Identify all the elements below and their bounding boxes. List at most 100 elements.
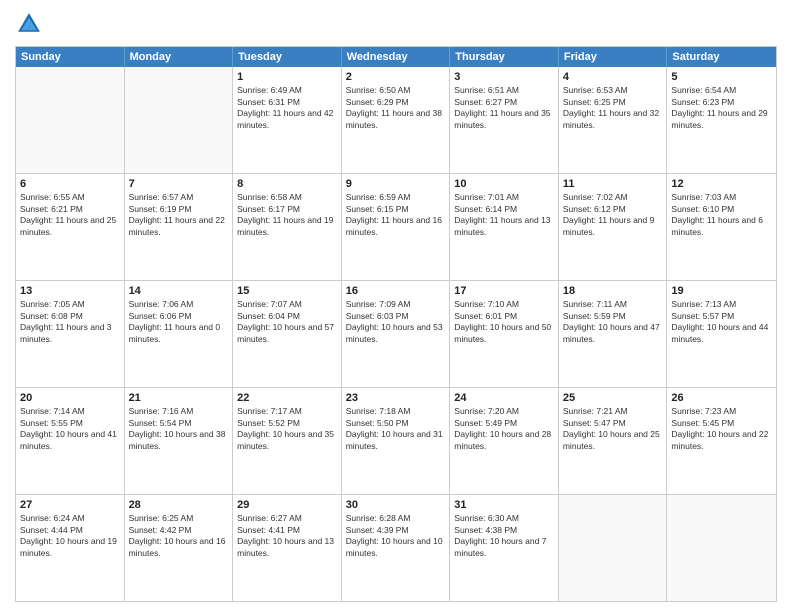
day-info: Sunrise: 6:27 AM Sunset: 4:41 PM Dayligh…	[237, 513, 337, 559]
day-number: 3	[454, 70, 554, 84]
cal-cell: 26Sunrise: 7:23 AM Sunset: 5:45 PM Dayli…	[667, 388, 776, 494]
cal-cell: 3Sunrise: 6:51 AM Sunset: 6:27 PM Daylig…	[450, 67, 559, 173]
day-info: Sunrise: 7:11 AM Sunset: 5:59 PM Dayligh…	[563, 299, 663, 345]
day-number: 1	[237, 70, 337, 84]
day-number: 20	[20, 391, 120, 405]
day-info: Sunrise: 6:30 AM Sunset: 4:38 PM Dayligh…	[454, 513, 554, 559]
day-info: Sunrise: 7:07 AM Sunset: 6:04 PM Dayligh…	[237, 299, 337, 345]
cal-cell: 30Sunrise: 6:28 AM Sunset: 4:39 PM Dayli…	[342, 495, 451, 601]
cal-cell	[559, 495, 668, 601]
cal-cell: 24Sunrise: 7:20 AM Sunset: 5:49 PM Dayli…	[450, 388, 559, 494]
calendar-header: SundayMondayTuesdayWednesdayThursdayFrid…	[16, 47, 776, 67]
cal-cell: 27Sunrise: 6:24 AM Sunset: 4:44 PM Dayli…	[16, 495, 125, 601]
cal-cell: 8Sunrise: 6:58 AM Sunset: 6:17 PM Daylig…	[233, 174, 342, 280]
day-number: 17	[454, 284, 554, 298]
cal-cell: 9Sunrise: 6:59 AM Sunset: 6:15 PM Daylig…	[342, 174, 451, 280]
day-info: Sunrise: 7:05 AM Sunset: 6:08 PM Dayligh…	[20, 299, 120, 345]
cal-cell: 23Sunrise: 7:18 AM Sunset: 5:50 PM Dayli…	[342, 388, 451, 494]
day-info: Sunrise: 7:14 AM Sunset: 5:55 PM Dayligh…	[20, 406, 120, 452]
day-info: Sunrise: 6:59 AM Sunset: 6:15 PM Dayligh…	[346, 192, 446, 238]
cal-cell: 20Sunrise: 7:14 AM Sunset: 5:55 PM Dayli…	[16, 388, 125, 494]
cal-cell: 19Sunrise: 7:13 AM Sunset: 5:57 PM Dayli…	[667, 281, 776, 387]
cal-cell: 17Sunrise: 7:10 AM Sunset: 6:01 PM Dayli…	[450, 281, 559, 387]
cal-cell: 1Sunrise: 6:49 AM Sunset: 6:31 PM Daylig…	[233, 67, 342, 173]
cal-cell: 16Sunrise: 7:09 AM Sunset: 6:03 PM Dayli…	[342, 281, 451, 387]
cal-cell: 10Sunrise: 7:01 AM Sunset: 6:14 PM Dayli…	[450, 174, 559, 280]
cal-row: 6Sunrise: 6:55 AM Sunset: 6:21 PM Daylig…	[16, 174, 776, 281]
cal-cell: 18Sunrise: 7:11 AM Sunset: 5:59 PM Dayli…	[559, 281, 668, 387]
day-number: 4	[563, 70, 663, 84]
cal-cell: 29Sunrise: 6:27 AM Sunset: 4:41 PM Dayli…	[233, 495, 342, 601]
cal-header-cell: Saturday	[667, 47, 776, 67]
day-number: 6	[20, 177, 120, 191]
day-number: 19	[671, 284, 772, 298]
day-number: 13	[20, 284, 120, 298]
cal-cell: 13Sunrise: 7:05 AM Sunset: 6:08 PM Dayli…	[16, 281, 125, 387]
logo-icon	[15, 10, 43, 38]
day-info: Sunrise: 6:28 AM Sunset: 4:39 PM Dayligh…	[346, 513, 446, 559]
day-info: Sunrise: 6:51 AM Sunset: 6:27 PM Dayligh…	[454, 85, 554, 131]
day-info: Sunrise: 7:20 AM Sunset: 5:49 PM Dayligh…	[454, 406, 554, 452]
day-info: Sunrise: 7:13 AM Sunset: 5:57 PM Dayligh…	[671, 299, 772, 345]
cal-cell: 31Sunrise: 6:30 AM Sunset: 4:38 PM Dayli…	[450, 495, 559, 601]
cal-cell: 4Sunrise: 6:53 AM Sunset: 6:25 PM Daylig…	[559, 67, 668, 173]
day-info: Sunrise: 6:49 AM Sunset: 6:31 PM Dayligh…	[237, 85, 337, 131]
calendar-body: 1Sunrise: 6:49 AM Sunset: 6:31 PM Daylig…	[16, 67, 776, 601]
day-number: 21	[129, 391, 229, 405]
cal-row: 1Sunrise: 6:49 AM Sunset: 6:31 PM Daylig…	[16, 67, 776, 174]
day-info: Sunrise: 6:50 AM Sunset: 6:29 PM Dayligh…	[346, 85, 446, 131]
day-info: Sunrise: 6:58 AM Sunset: 6:17 PM Dayligh…	[237, 192, 337, 238]
calendar: SundayMondayTuesdayWednesdayThursdayFrid…	[15, 46, 777, 602]
day-number: 26	[671, 391, 772, 405]
day-number: 22	[237, 391, 337, 405]
page: SundayMondayTuesdayWednesdayThursdayFrid…	[0, 0, 792, 612]
cal-row: 27Sunrise: 6:24 AM Sunset: 4:44 PM Dayli…	[16, 495, 776, 601]
cal-header-cell: Sunday	[16, 47, 125, 67]
cal-cell: 25Sunrise: 7:21 AM Sunset: 5:47 PM Dayli…	[559, 388, 668, 494]
day-info: Sunrise: 7:23 AM Sunset: 5:45 PM Dayligh…	[671, 406, 772, 452]
day-info: Sunrise: 6:53 AM Sunset: 6:25 PM Dayligh…	[563, 85, 663, 131]
day-number: 24	[454, 391, 554, 405]
day-info: Sunrise: 6:25 AM Sunset: 4:42 PM Dayligh…	[129, 513, 229, 559]
cal-cell: 21Sunrise: 7:16 AM Sunset: 5:54 PM Dayli…	[125, 388, 234, 494]
day-info: Sunrise: 7:16 AM Sunset: 5:54 PM Dayligh…	[129, 406, 229, 452]
cal-cell: 14Sunrise: 7:06 AM Sunset: 6:06 PM Dayli…	[125, 281, 234, 387]
day-number: 29	[237, 498, 337, 512]
cal-cell: 22Sunrise: 7:17 AM Sunset: 5:52 PM Dayli…	[233, 388, 342, 494]
day-number: 30	[346, 498, 446, 512]
logo	[15, 10, 45, 38]
cal-cell: 5Sunrise: 6:54 AM Sunset: 6:23 PM Daylig…	[667, 67, 776, 173]
day-number: 31	[454, 498, 554, 512]
day-number: 23	[346, 391, 446, 405]
cal-cell	[667, 495, 776, 601]
header	[15, 10, 777, 38]
cal-header-cell: Friday	[559, 47, 668, 67]
day-info: Sunrise: 6:24 AM Sunset: 4:44 PM Dayligh…	[20, 513, 120, 559]
day-number: 12	[671, 177, 772, 191]
day-info: Sunrise: 6:54 AM Sunset: 6:23 PM Dayligh…	[671, 85, 772, 131]
cal-cell	[16, 67, 125, 173]
cal-row: 20Sunrise: 7:14 AM Sunset: 5:55 PM Dayli…	[16, 388, 776, 495]
day-info: Sunrise: 7:21 AM Sunset: 5:47 PM Dayligh…	[563, 406, 663, 452]
day-info: Sunrise: 6:55 AM Sunset: 6:21 PM Dayligh…	[20, 192, 120, 238]
day-info: Sunrise: 7:03 AM Sunset: 6:10 PM Dayligh…	[671, 192, 772, 238]
cal-cell: 2Sunrise: 6:50 AM Sunset: 6:29 PM Daylig…	[342, 67, 451, 173]
day-number: 5	[671, 70, 772, 84]
cal-cell	[125, 67, 234, 173]
cal-header-cell: Thursday	[450, 47, 559, 67]
day-info: Sunrise: 7:10 AM Sunset: 6:01 PM Dayligh…	[454, 299, 554, 345]
cal-header-cell: Monday	[125, 47, 234, 67]
cal-cell: 28Sunrise: 6:25 AM Sunset: 4:42 PM Dayli…	[125, 495, 234, 601]
day-number: 16	[346, 284, 446, 298]
cal-cell: 11Sunrise: 7:02 AM Sunset: 6:12 PM Dayli…	[559, 174, 668, 280]
day-info: Sunrise: 6:57 AM Sunset: 6:19 PM Dayligh…	[129, 192, 229, 238]
cal-cell: 12Sunrise: 7:03 AM Sunset: 6:10 PM Dayli…	[667, 174, 776, 280]
day-info: Sunrise: 7:17 AM Sunset: 5:52 PM Dayligh…	[237, 406, 337, 452]
day-info: Sunrise: 7:01 AM Sunset: 6:14 PM Dayligh…	[454, 192, 554, 238]
day-number: 14	[129, 284, 229, 298]
day-number: 25	[563, 391, 663, 405]
day-info: Sunrise: 7:18 AM Sunset: 5:50 PM Dayligh…	[346, 406, 446, 452]
day-number: 8	[237, 177, 337, 191]
day-number: 9	[346, 177, 446, 191]
day-number: 15	[237, 284, 337, 298]
